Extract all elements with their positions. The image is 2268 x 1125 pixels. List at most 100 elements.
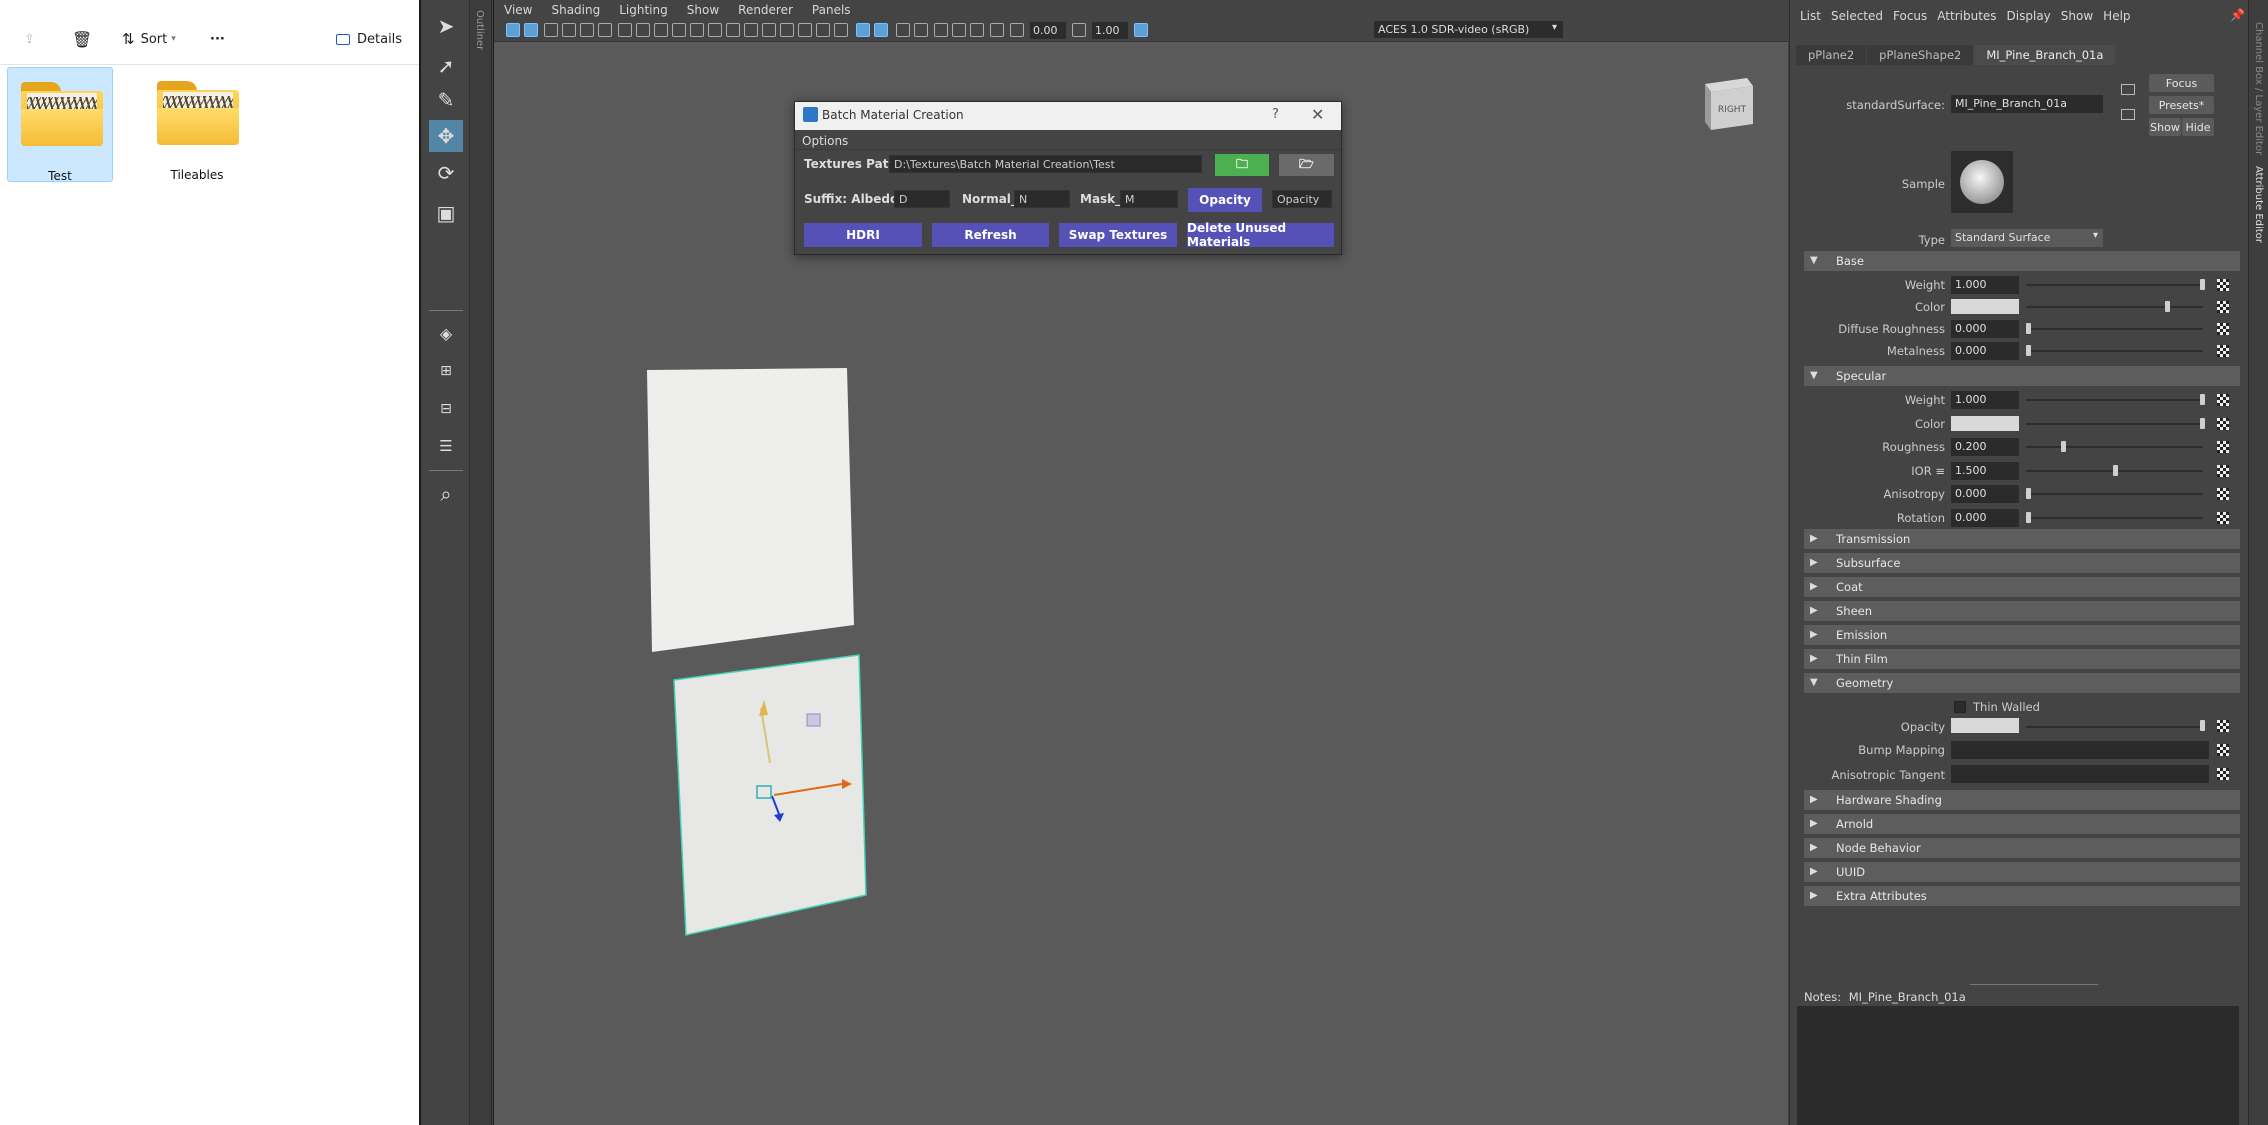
attr-slider-thumb[interactable] [2200,279,2205,290]
swap-textures-button[interactable]: Swap Textures [1059,223,1177,247]
default-material-icon[interactable] [780,23,794,37]
tab-pplaneshape2[interactable]: pPlaneShape2 [1867,45,1974,65]
folder-item-tileables[interactable]: Tileables [144,67,250,182]
attribute-editor-tab[interactable]: Attribute Editor [2253,166,2264,243]
collapsed-section[interactable]: ▶ Subsurface [1804,553,2240,573]
attr-value-field[interactable]: 1.000 [1951,276,2019,294]
menu-view[interactable]: View [494,0,541,20]
scale-tool-icon[interactable]: ▣ [429,197,463,229]
map-button-icon[interactable] [2217,720,2229,732]
opacity-slider-thumb[interactable] [2200,720,2205,731]
grid-icon[interactable] [618,23,632,37]
section-geometry[interactable]: ▼ Geometry [1804,673,2240,693]
xray-joints-icon[interactable] [834,23,848,37]
node-name-field[interactable]: MI_Pine_Branch_01a [1951,95,2103,113]
tab-pplane2[interactable]: pPlane2 [1796,45,1867,65]
close-button[interactable]: ✕ [1311,105,1324,124]
collapsed-section[interactable]: ▶ Extra Attributes [1804,886,2240,906]
depth-of-field-icon[interactable] [970,23,984,37]
attr-slider[interactable] [2026,328,2203,330]
attr-slider[interactable] [2026,493,2203,495]
normal-suffix-field[interactable]: N [1014,190,1070,208]
attr-value-field[interactable]: 0.000 [1951,342,2019,360]
map-button-icon[interactable] [2217,464,2229,477]
layout-two-icon[interactable]: ⊟ [429,393,463,425]
presets-button[interactable]: Presets* [2149,96,2214,114]
exposure-field[interactable]: 0.00 [1030,22,1066,39]
attr-value-field[interactable]: 0.000 [1951,508,2019,527]
menu-show[interactable]: Show [2051,0,2093,34]
map-button-icon[interactable] [2217,323,2229,335]
hdri-button[interactable]: HDRI [804,223,922,247]
attr-slider-thumb[interactable] [2061,441,2066,452]
manipulator-plane-handle[interactable] [806,713,821,727]
color-space-select[interactable]: ACES 1.0 SDR-video (sRGB) ▾ [1374,21,1563,38]
attr-slider[interactable] [2026,516,2203,519]
attr-slider-thumb[interactable] [2026,511,2031,523]
map-button-icon[interactable] [2217,279,2229,291]
attr-slider[interactable] [2026,284,2203,286]
go-output-icon[interactable] [2121,109,2135,120]
resolution-gate-icon[interactable] [654,23,668,37]
ambient-occlusion-icon[interactable] [914,23,928,37]
collapsed-section[interactable]: ▶ UUID [1804,862,2240,882]
rotate-tool-icon[interactable]: ⟳ [429,157,463,189]
tab-material[interactable]: MI_Pine_Branch_01a [1974,45,2116,65]
attr-value-field[interactable]: 0.000 [1951,320,2019,338]
attr-slider-thumb[interactable] [2026,488,2031,499]
attr-slider-thumb[interactable] [2026,323,2031,334]
move-tool-icon[interactable]: ✥ [429,120,463,152]
delete-unused-materials-button[interactable]: Delete Unused Materials [1187,221,1334,249]
camera-icon[interactable] [506,23,520,37]
sort-button[interactable]: ⇅ Sort ▾ [122,25,176,53]
refresh-button[interactable]: Refresh [932,223,1049,247]
anti-aliasing-icon[interactable] [952,23,966,37]
color-swatch[interactable] [1951,415,2019,431]
plane-top[interactable] [647,368,854,652]
layout-four-icon[interactable]: ⊞ [429,355,463,387]
collapsed-section[interactable]: ▶ Hardware Shading [1804,790,2240,810]
isolate-select-icon[interactable] [990,23,1004,37]
attr-slider[interactable] [2026,306,2203,308]
hide-button[interactable]: Hide [2182,118,2214,136]
mask-suffix-field[interactable]: M [1120,190,1178,208]
viewcube[interactable]: RIGHT [1699,72,1757,130]
collapsed-section[interactable]: ▶ Thin Film [1804,649,2240,669]
bookmark-icon[interactable] [544,23,558,37]
menu-display[interactable]: Display [1997,0,2051,34]
section-base[interactable]: ▼ Base [1804,251,2240,271]
pin-icon[interactable]: 📌 [2230,8,2245,22]
menu-focus[interactable]: Focus [1883,0,1927,34]
motion-blur-icon[interactable] [934,23,948,37]
map-button-icon[interactable] [2217,511,2229,524]
menu-renderer[interactable]: Renderer [728,0,802,20]
wireframe-icon[interactable] [744,23,758,37]
options-menu[interactable]: Options [802,134,848,148]
menu-show[interactable]: Show [677,0,728,20]
collapsed-section[interactable]: ▶ Sheen [1804,601,2240,621]
attr-slider[interactable] [2026,446,2203,448]
field-chart-icon[interactable] [690,23,704,37]
attr-value-field[interactable]: 0.200 [1951,438,2019,456]
attr-slider[interactable] [2026,422,2203,425]
folder-item-test[interactable]: Test [7,67,113,183]
thin-walled-checkbox[interactable] [1954,701,1966,713]
image-plane-icon[interactable] [562,23,576,37]
map-button-icon[interactable] [2217,744,2229,756]
focus-button[interactable]: Focus [2149,74,2214,92]
paint-select-icon[interactable]: ✎ [429,84,463,116]
attr-value-field[interactable]: 1.500 [1951,461,2019,480]
show-button[interactable]: Show [2149,118,2181,136]
grease-pencil-icon[interactable] [598,23,612,37]
map-button-icon[interactable] [2217,441,2229,453]
menu-shading[interactable]: Shading [541,0,609,20]
menu-panels[interactable]: Panels [802,0,860,20]
viewport-panel[interactable]: View Shading Lighting Show Renderer Pane… [493,0,1788,1125]
dialog-titlebar[interactable]: Batch Material Creation ? ✕ [795,102,1341,130]
opacity-button[interactable]: Opacity [1188,188,1262,212]
create-folder-button[interactable]: 🗀 [1215,154,1269,176]
attr-slider-thumb[interactable] [2200,394,2205,405]
map-button-icon[interactable] [2217,301,2229,313]
outliner-layout-icon[interactable]: ☰ [429,430,463,462]
plane-selected[interactable] [673,654,867,936]
